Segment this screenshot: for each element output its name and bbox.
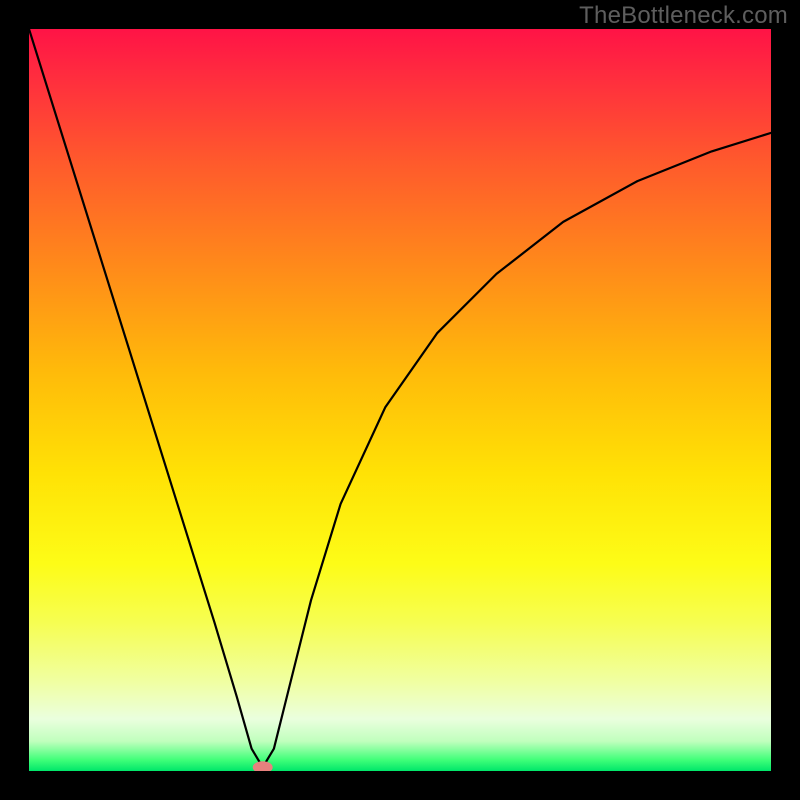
curve-svg xyxy=(29,29,771,771)
chart-frame: TheBottleneck.com xyxy=(0,0,800,800)
bottleneck-curve xyxy=(29,29,771,767)
minimum-marker xyxy=(253,761,273,771)
attribution-text: TheBottleneck.com xyxy=(579,2,788,30)
plot-area xyxy=(29,29,771,771)
